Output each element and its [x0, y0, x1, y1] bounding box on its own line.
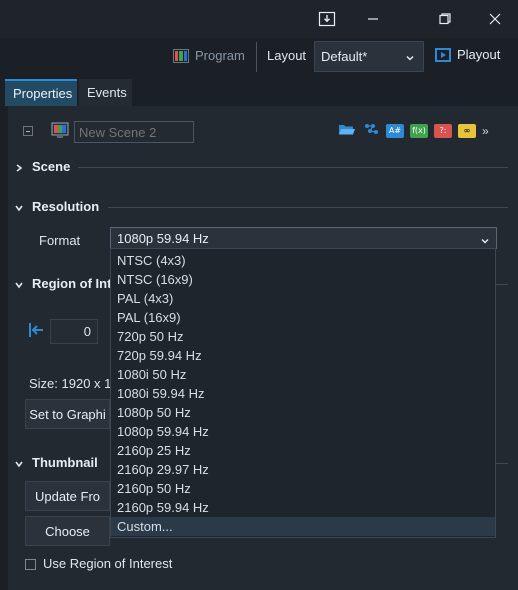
layout-label: Layout [267, 48, 307, 63]
download-button[interactable] [304, 0, 350, 38]
format-dropdown-list: NTSC (4x3) NTSC (16x9) PAL (4x3) PAL (16… [110, 248, 496, 538]
download-icon [318, 11, 336, 27]
format-select[interactable]: 1080p 59.94 Hz [110, 227, 497, 249]
chevron-down-icon [14, 201, 24, 216]
use-roi-checkbox[interactable] [25, 559, 36, 570]
playout-label: Playout [457, 47, 501, 62]
format-option[interactable]: NTSC (16x9) [111, 270, 495, 289]
layout-value: Default* [321, 49, 368, 64]
section-title: Resolution [32, 199, 100, 214]
link-icon[interactable]: ∞ [458, 123, 476, 138]
layout-select[interactable]: Default* [314, 41, 424, 72]
title-bar [0, 0, 518, 38]
format-option[interactable]: 1080p 50 Hz [111, 403, 495, 422]
update-from-label: Update Fro [34, 488, 101, 504]
set-to-graphics-button[interactable]: Set to Graphi [25, 399, 110, 429]
section-title: Scene [32, 159, 71, 174]
toolbar-divider [256, 42, 257, 72]
scene-name-input[interactable] [74, 121, 194, 143]
format-option[interactable]: 2160p 29.97 Hz [111, 460, 495, 479]
roi-left-value: 0 [83, 324, 91, 339]
cluster-icon[interactable] [362, 122, 380, 139]
chevron-down-icon [480, 234, 490, 249]
a-hash-icon[interactable]: A# [386, 123, 404, 138]
scene-section-header[interactable]: Scene [8, 153, 518, 181]
format-option[interactable]: 720p 50 Hz [111, 327, 495, 346]
program-indicator[interactable]: Program [173, 48, 245, 63]
format-value: 1080p 59.94 Hz [117, 230, 209, 246]
minimize-button[interactable] [350, 0, 396, 38]
program-label: Program [195, 48, 245, 63]
format-option[interactable]: 2160p 25 Hz [111, 441, 495, 460]
choose-label: Choose [45, 523, 90, 539]
format-option[interactable]: PAL (16x9) [111, 308, 495, 327]
close-button[interactable] [472, 0, 518, 38]
tab-events[interactable]: Events [79, 79, 132, 106]
align-left-icon[interactable] [28, 321, 46, 342]
set-to-graphics-label: Set to Graphi [29, 406, 106, 422]
format-option[interactable]: 720p 59.94 Hz [111, 346, 495, 365]
restore-button[interactable] [422, 0, 468, 38]
tab-bar: Properties Events [0, 76, 518, 106]
scene-icon [51, 122, 69, 138]
dropdown-scrollbar[interactable] [488, 249, 495, 537]
format-option[interactable]: 1080i 59.94 Hz [111, 384, 495, 403]
restore-icon [438, 12, 452, 26]
tab-properties-label: Properties [13, 86, 73, 101]
function-icon[interactable]: f(x) [410, 123, 428, 138]
section-title: Thumbnail [32, 455, 98, 470]
chevron-down-icon [14, 457, 24, 472]
format-option[interactable]: NTSC (4x3) [111, 251, 495, 270]
roi-left-input[interactable]: 0 [50, 319, 98, 344]
collapse-toggle[interactable] [23, 126, 33, 136]
section-divider [78, 167, 508, 168]
tab-events-label: Events [87, 85, 127, 100]
scene-tools: A# f(x) ?: ∞ » [338, 122, 489, 139]
more-icon[interactable]: » [482, 124, 489, 138]
top-toolbar: Program Layout Default* Playout [0, 38, 518, 76]
minimize-icon [366, 12, 380, 26]
resolution-section-header[interactable]: Resolution [8, 193, 518, 221]
warning-icon[interactable]: ?: [434, 123, 452, 138]
section-divider [496, 463, 508, 464]
format-option[interactable]: 2160p 50 Hz [111, 479, 495, 498]
section-divider [496, 284, 508, 285]
section-title: Region of Int [32, 276, 112, 291]
chevron-down-icon [14, 278, 24, 293]
choose-button[interactable]: Choose [25, 516, 110, 546]
use-roi-label: Use Region of Interest [43, 556, 173, 571]
format-option[interactable]: 1080p 59.94 Hz [111, 422, 495, 441]
format-option[interactable]: 1080i 50 Hz [111, 365, 495, 384]
tab-properties[interactable]: Properties [5, 79, 77, 106]
close-icon [488, 12, 502, 26]
format-option-selected[interactable]: Custom... [111, 517, 495, 536]
program-icon [173, 48, 189, 63]
chevron-right-icon [14, 161, 24, 176]
roi-size-text: Size: 1920 x 10 [29, 376, 119, 391]
folder-open-icon[interactable] [338, 122, 356, 139]
playout-button[interactable]: Playout [435, 47, 500, 62]
play-icon [435, 47, 451, 62]
format-label: Format [39, 233, 81, 248]
chevron-down-icon [405, 51, 415, 66]
scene-header-row: A# f(x) ?: ∞ » [8, 106, 518, 156]
format-option[interactable]: 2160p 59.94 Hz [111, 498, 495, 517]
section-divider [108, 207, 508, 208]
update-from-button[interactable]: Update Fro [25, 481, 110, 511]
format-option[interactable]: PAL (4x3) [111, 289, 495, 308]
